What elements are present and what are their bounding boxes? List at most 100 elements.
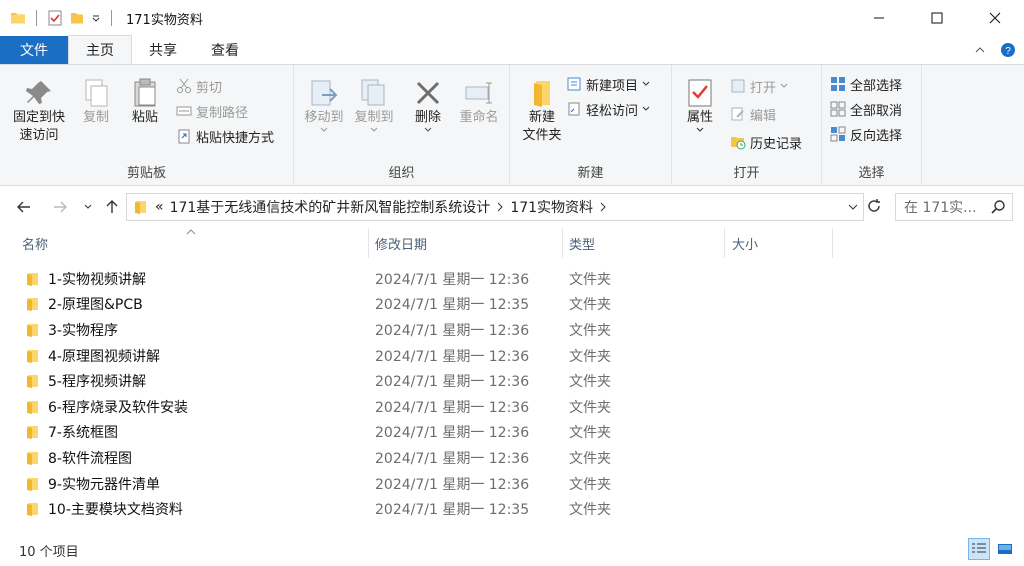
- file-row[interactable]: 4-原理图视频讲解 2024/7/1 星期一 12:36 文件夹: [0, 343, 1024, 369]
- new-folder-icon[interactable]: [69, 10, 85, 26]
- details-view-button[interactable]: [968, 538, 990, 560]
- help-icon[interactable]: ?: [1000, 42, 1016, 58]
- file-row[interactable]: 3-实物程序 2024/7/1 星期一 12:36 文件夹: [0, 317, 1024, 343]
- breadcrumb-item[interactable]: 171基于无线通信技术的矿井新风智能控制系统设计: [170, 197, 491, 217]
- select-none-button[interactable]: 全部取消: [830, 98, 902, 120]
- file-row[interactable]: 8-软件流程图 2024/7/1 星期一 12:36 文件夹: [0, 445, 1024, 471]
- file-row[interactable]: 10-主要模块文档资料 2024/7/1 星期一 12:35 文件夹: [0, 496, 1024, 522]
- file-type: 文件夹: [569, 399, 611, 416]
- open-button[interactable]: 打开: [730, 75, 788, 97]
- select-none-icon: [830, 101, 846, 117]
- file-name-cell: 4-原理图视频讲解: [24, 346, 160, 366]
- dropdown-arrow-icon: [320, 127, 328, 132]
- new-item-button[interactable]: 新建项目: [566, 73, 650, 95]
- move-to-label: 移动到: [304, 110, 344, 125]
- select-all-button[interactable]: 全部选择: [830, 73, 902, 95]
- file-row[interactable]: 1-实物视频讲解 2024/7/1 星期一 12:36 文件夹: [0, 266, 1024, 292]
- search-box[interactable]: 在 171实...: [895, 193, 1013, 221]
- tab-share[interactable]: 共享: [132, 36, 194, 64]
- file-name-cell: 2-原理图&PCB: [24, 294, 143, 314]
- history-label: 历史记录: [750, 136, 803, 152]
- history-button[interactable]: 历史记录: [730, 131, 802, 153]
- file-date: 2024/7/1 星期一 12:35: [375, 297, 530, 314]
- breadcrumb-overflow[interactable]: «: [155, 199, 164, 215]
- back-button[interactable]: [10, 193, 38, 221]
- column-header-date[interactable]: 修改日期: [369, 228, 562, 258]
- file-date: 2024/7/1 星期一 12:36: [375, 425, 530, 442]
- chevron-right-icon[interactable]: [496, 202, 504, 212]
- file-list: 1-实物视频讲解 2024/7/1 星期一 12:36 文件夹 2-原理图&PCB 20…: [0, 266, 1024, 522]
- delete-button[interactable]: 删除: [408, 77, 448, 133]
- file-name-cell: 3-实物程序: [24, 320, 118, 340]
- file-date: 2024/7/1 星期一 12:36: [375, 322, 530, 339]
- file-row[interactable]: 2-原理图&PCB 2024/7/1 星期一 12:35 文件夹: [0, 292, 1024, 318]
- chevron-right-icon[interactable]: [599, 202, 607, 212]
- file-date: 2024/7/1 星期一 12:36: [375, 271, 530, 288]
- column-headers: 名称 修改日期 类型 大小: [0, 228, 1024, 258]
- refresh-icon: [868, 199, 880, 212]
- copy-to-label: 复制到: [354, 110, 394, 125]
- new-folder-button[interactable]: 新建 文件夹: [514, 77, 570, 145]
- paste-shortcut-button[interactable]: 粘贴快捷方式: [176, 125, 274, 147]
- tab-view[interactable]: 查看: [194, 36, 256, 64]
- tab-home[interactable]: 主页: [68, 35, 132, 64]
- close-button[interactable]: [966, 0, 1024, 36]
- file-name-cell: 8-软件流程图: [24, 448, 132, 468]
- column-header-size[interactable]: 大小: [726, 228, 832, 258]
- column-header-type[interactable]: 类型: [563, 228, 724, 258]
- organize-group: 移动到 复制到 删除 重命名 组织: [294, 65, 510, 186]
- rename-button[interactable]: 重命名: [454, 77, 504, 127]
- large-icons-view-button[interactable]: [994, 538, 1016, 560]
- maximize-button[interactable]: [908, 0, 966, 36]
- file-row[interactable]: 5-程序视频讲解 2024/7/1 星期一 12:36 文件夹: [0, 368, 1024, 394]
- folder-icon: [24, 348, 40, 364]
- copy-path-button[interactable]: 复制路径: [176, 100, 248, 122]
- tab-file[interactable]: 文件: [0, 36, 68, 64]
- up-button[interactable]: [98, 193, 126, 221]
- file-date: 2024/7/1 星期一 12:36: [375, 348, 530, 365]
- select-group: 全部选择 全部取消 反向选择 选择: [822, 65, 922, 186]
- minimize-button[interactable]: [850, 0, 908, 36]
- select-none-label: 全部取消: [850, 103, 903, 119]
- file-date: 2024/7/1 星期一 12:36: [375, 476, 530, 493]
- copy-to-button[interactable]: 复制到: [350, 77, 398, 133]
- file-name: 1-实物视频讲解: [48, 271, 146, 288]
- details-view-icon: [972, 543, 986, 553]
- open-label: 打开: [750, 80, 777, 96]
- pin-quick-access-button[interactable]: 固定到快 速访问: [6, 77, 72, 145]
- paste-shortcut-icon: [176, 128, 192, 144]
- file-row[interactable]: 6-程序烧录及软件安装 2024/7/1 星期一 12:36 文件夹: [0, 394, 1024, 420]
- forward-button[interactable]: [46, 193, 74, 221]
- cut-button[interactable]: 剪切: [176, 75, 222, 97]
- column-divider[interactable]: [832, 228, 833, 258]
- maximize-icon: [931, 12, 943, 24]
- edit-label: 编辑: [750, 108, 777, 124]
- paste-button[interactable]: 粘贴: [124, 77, 166, 127]
- folder-icon: [24, 373, 40, 389]
- address-bar[interactable]: « 171基于无线通信技术的矿井新风智能控制系统设计 171实物资料: [126, 193, 864, 221]
- collapse-ribbon-icon[interactable]: [974, 44, 986, 56]
- file-row[interactable]: 9-实物元器件清单 2024/7/1 星期一 12:36 文件夹: [0, 471, 1024, 497]
- separator: [111, 10, 112, 26]
- easy-access-button[interactable]: 轻松访问: [566, 98, 650, 120]
- folder-icon: [133, 199, 149, 215]
- address-dropdown-icon[interactable]: [847, 198, 859, 216]
- title-bar: 171实物资料: [0, 0, 1024, 36]
- separator: [36, 10, 37, 26]
- customize-dropdown-icon[interactable]: [91, 13, 101, 23]
- breadcrumb-item[interactable]: 171实物资料: [510, 197, 593, 217]
- column-header-name[interactable]: 名称: [16, 228, 368, 258]
- file-name: 7-系统框图: [48, 425, 118, 442]
- file-name: 4-原理图视频讲解: [48, 348, 160, 365]
- properties-button[interactable]: 属性: [678, 77, 722, 133]
- invert-selection-button[interactable]: 反向选择: [830, 123, 902, 145]
- file-date: 2024/7/1 星期一 12:36: [375, 399, 530, 416]
- copy-button[interactable]: 复制: [76, 77, 116, 127]
- properties-icon[interactable]: [47, 10, 63, 26]
- edit-button[interactable]: 编辑: [730, 103, 776, 125]
- move-to-button[interactable]: 移动到: [300, 77, 348, 133]
- file-name: 5-程序视频讲解: [48, 374, 146, 391]
- file-row[interactable]: 7-系统框图 2024/7/1 星期一 12:36 文件夹: [0, 420, 1024, 446]
- refresh-button[interactable]: [866, 198, 882, 218]
- column-divider[interactable]: [724, 228, 725, 258]
